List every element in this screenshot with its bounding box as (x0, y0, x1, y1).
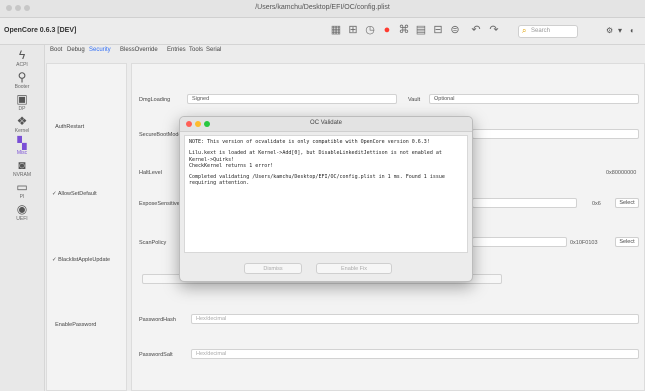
checkbox-blacklistappleupdate[interactable]: ✓ BlacklistAppleUpdate (52, 257, 110, 263)
kernel-icon: ❖ (16, 114, 28, 128)
sidebar-item-label: NVRAM (12, 172, 32, 178)
toolbar: OpenCore 0.6.3 [DEV] ▦ ⊞ ◷ ● ⌘ ▤ ⊟ ⊜ ↶ ↷… (0, 18, 645, 45)
securebootmodel-label: SecureBootModel (139, 132, 183, 138)
haltlevel-value: 0x80000000 (606, 170, 637, 176)
tab-boot[interactable]: Boot (50, 47, 62, 53)
haltlevel-label: HaltLevel (139, 170, 162, 176)
chevron-down-icon: ⌄ (434, 96, 440, 102)
sidebar-item-nvram[interactable]: ◙ NVRAM (0, 158, 44, 179)
checkbox-label: AuthRestart (55, 124, 85, 130)
security-checkbox-panel: AuthRestart ✓ AllowSetDefault ✓ Blacklis… (46, 63, 127, 391)
passwordhash-label: PasswordHash (139, 317, 176, 323)
tab-entries[interactable]: Entries (167, 47, 186, 53)
sidebar-item-label: DP (18, 106, 26, 112)
passwordhash-placeholder: Hex/decimal (196, 316, 227, 322)
search-input[interactable]: ⌕ Search (518, 25, 578, 38)
sidebar-item-label: PI (19, 194, 25, 200)
tab-debug[interactable]: Debug (67, 47, 85, 53)
clock-icon[interactable]: ◷ (364, 24, 376, 36)
checkbox-label: EnablePassword (55, 322, 97, 328)
vault-select[interactable]: Optional ⌄ (429, 94, 639, 104)
dmgloading-select[interactable]: Signed (187, 94, 397, 104)
redo-icon[interactable]: ↷ (488, 24, 500, 36)
sidebar-item-acpi[interactable]: ϟ ACPI (0, 48, 44, 69)
checkbox-enablepassword[interactable]: EnablePassword (52, 322, 96, 328)
sidebar-item-label: ACPI (16, 62, 28, 68)
validation-output[interactable]: NOTE: This version of ocvalidate is only… (184, 135, 468, 253)
app-name: OpenCore 0.6.3 [DEV] (4, 27, 77, 34)
uefi-icon: ◉ (16, 202, 28, 216)
misc-icon: ▚ (17, 136, 27, 150)
platforminfo-icon: ▭ (16, 180, 28, 194)
code-icon[interactable]: ⌘ (398, 24, 410, 36)
output-line: Completed validating /Users/kamchu/Deskt… (189, 174, 448, 187)
output-line: Lilu.kext is loaded at Kernel->Add[0], b… (189, 150, 445, 163)
checkbox-allowsetdefault[interactable]: ✓ AllowSetDefault (52, 191, 97, 197)
output-line: CheckKernel returns 1 error! (189, 162, 274, 169)
tab-blessoverride[interactable]: BlessOverride (120, 47, 158, 53)
sidebar-item-misc[interactable]: ▚ Misc (0, 136, 44, 157)
checkbox-label: BlacklistAppleUpdate (58, 257, 111, 263)
settings-icon[interactable]: ⚙ (606, 26, 613, 35)
sidebar-item-dp[interactable]: ▣ DP (0, 92, 44, 113)
tab-security[interactable]: Security (89, 47, 111, 53)
dialog-title: OC Validate (310, 120, 342, 126)
save-icon[interactable]: ▤ (415, 24, 427, 36)
sidebar-item-label: Kernel (14, 128, 30, 134)
sidebar-item-kernel[interactable]: ❖ Kernel (0, 114, 44, 135)
window-titlebar: /Users/kamchu/Desktop/EFI/OC/config.plis… (0, 0, 645, 18)
nvram-icon: ◙ (18, 158, 26, 172)
window-title: /Users/kamchu/Desktop/EFI/OC/config.plis… (255, 4, 390, 11)
sidebar-item-label: Booter (14, 84, 30, 90)
sidebar-item-label: UEFI (16, 216, 28, 222)
search-icon: ⌕ (522, 26, 527, 35)
securebootmodel-field[interactable] (472, 129, 639, 139)
sidebar: ϟ ACPI ⚲ Booter ▣ DP ❖ Kernel ▚ Misc ◙ N… (0, 45, 45, 391)
database-alt-icon[interactable]: ⊜ (449, 24, 461, 36)
sidebar-item-pi[interactable]: ▭ PI (0, 180, 44, 201)
tab-tools[interactable]: Tools (189, 47, 203, 53)
dmgloading-value: Signed (192, 96, 210, 102)
sidebar-item-uefi[interactable]: ◉ UEFI (0, 202, 44, 223)
sidebar-item-booter[interactable]: ⚲ Booter (0, 70, 44, 91)
scanpolicy-select-button[interactable]: Select (615, 237, 639, 247)
passwordsalt-placeholder: Hex/decimal (196, 351, 227, 357)
dialog-titlebar: OC Validate (180, 117, 472, 132)
exposesensitivedata-select-button[interactable]: Select (615, 198, 639, 208)
vault-label: Vault (408, 97, 421, 103)
device-properties-icon: ▣ (16, 92, 28, 106)
scanpolicy-value: 0x10F0103 (570, 240, 598, 246)
acpi-icon: ϟ (18, 48, 26, 62)
enable-fix-button[interactable]: Enable Fix (316, 263, 392, 274)
sidebar-item-label: Misc (16, 150, 28, 156)
qr-icon[interactable]: ▦ (330, 24, 342, 36)
booter-icon: ⚲ (17, 70, 27, 84)
sync-icon[interactable]: ◐ (630, 26, 635, 35)
checkbox-label: AllowSetDefault (57, 191, 97, 197)
exposesensitivedata-value: 0x6 (592, 201, 601, 207)
output-line: NOTE: This version of ocvalidate is only… (189, 139, 430, 145)
database-icon[interactable]: ⊟ (432, 24, 444, 36)
undo-icon[interactable]: ↶ (470, 24, 482, 36)
passwordsalt-label: PasswordSalt (139, 352, 173, 358)
passwordsalt-input[interactable]: Hex/decimal (191, 349, 639, 359)
search-placeholder: Search (531, 28, 551, 34)
dmgloading-label: DmgLoading (139, 97, 171, 103)
scanpolicy-field[interactable] (472, 237, 567, 247)
passwordhash-input[interactable]: Hex/decimal (191, 314, 639, 324)
oc-validate-dialog: OC Validate NOTE: This version of ocvali… (179, 116, 473, 282)
chevron-down-icon[interactable]: ▾ (618, 26, 622, 35)
dismiss-button[interactable]: Dismiss (244, 263, 302, 274)
checkbox-authrestart[interactable]: AuthRestart (52, 124, 84, 130)
scanpolicy-label: ScanPolicy (139, 240, 167, 246)
exposesensitivedata-field[interactable] (472, 198, 577, 208)
error-icon[interactable]: ● (381, 24, 393, 36)
tab-serial[interactable]: Serial (206, 47, 221, 53)
grid-icon[interactable]: ⊞ (347, 24, 359, 36)
